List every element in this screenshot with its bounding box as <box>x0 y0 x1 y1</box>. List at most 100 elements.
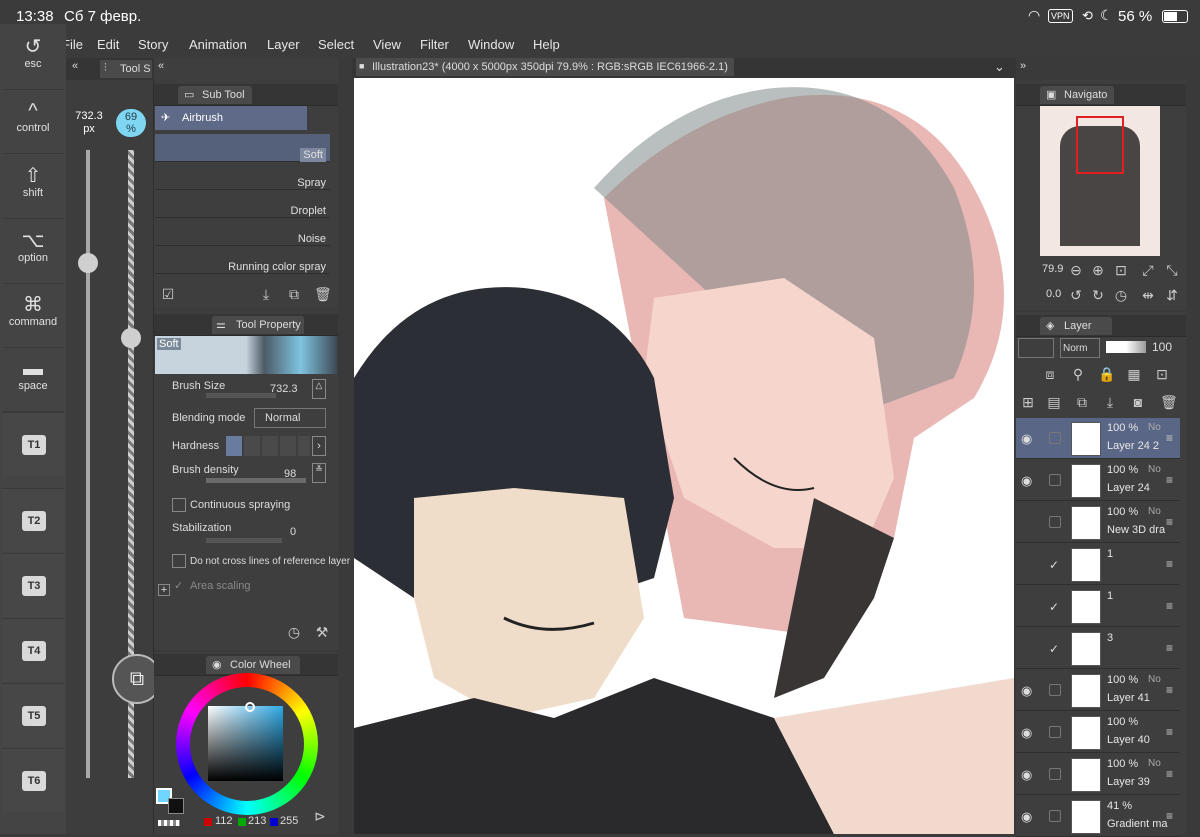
fit-icon[interactable]: ⊡ <box>1113 262 1129 278</box>
close-tab-icon[interactable]: ■ <box>359 61 364 71</box>
clock-icon[interactable]: ◷ <box>286 624 302 640</box>
new-layer-icon[interactable]: ⊞ <box>1020 394 1036 410</box>
layer-check[interactable] <box>1049 810 1061 822</box>
clip-icon[interactable]: ⧈ <box>1042 366 1058 382</box>
layer-check[interactable] <box>1049 474 1061 486</box>
stabilization-bar[interactable] <box>206 538 282 543</box>
t2-key[interactable]: T2 <box>2 488 64 552</box>
layer-mask-icon[interactable]: ◙ <box>1130 394 1146 410</box>
brush-spray[interactable]: Spray <box>155 162 330 190</box>
layer-check[interactable] <box>1049 432 1061 444</box>
menu-story[interactable]: Story <box>138 37 168 52</box>
drag-handle-icon[interactable]: ≡ <box>1166 641 1173 655</box>
reset-rotation-icon[interactable]: ◷ <box>1113 287 1129 303</box>
brush-size-triangle-icon[interactable]: △ <box>312 379 326 399</box>
t6-key[interactable]: T6 <box>2 748 64 812</box>
shift-key[interactable]: ⇧ shift <box>2 157 64 219</box>
color-picker-cursor[interactable] <box>245 702 255 712</box>
layer-row[interactable]: 100 % New 3D dra ≡ No <box>1016 502 1180 543</box>
brush-size-row[interactable]: Brush Size 732.3 △ <box>166 379 328 402</box>
navigator-viewport-frame[interactable] <box>1076 116 1124 174</box>
tab-color-wheel[interactable]: ◉ Color Wheel <box>206 656 300 674</box>
layer-row[interactable]: ◉ 41 % Gradient ma ≡ <box>1016 796 1180 837</box>
tab-tool-property[interactable]: ⚌ Tool Property <box>212 316 304 334</box>
layer-check[interactable]: ✓ <box>1049 642 1061 656</box>
subtool-group-airbrush[interactable]: ✈ Airbrush <box>155 106 307 130</box>
download-icon[interactable]: ⤓ <box>258 286 274 302</box>
control-key[interactable]: ^ control <box>2 92 64 154</box>
layer-check[interactable]: ✓ <box>1049 558 1061 572</box>
layer-check[interactable] <box>1049 516 1061 528</box>
drag-handle-icon[interactable]: ≡ <box>1166 557 1173 571</box>
menu-view[interactable]: View <box>373 37 401 52</box>
hardness-step-3[interactable] <box>262 436 278 456</box>
t1-key[interactable]: T1 <box>2 412 64 476</box>
flip-vertical-icon[interactable]: ⇵ <box>1164 287 1180 303</box>
collapse-right-icon[interactable]: » <box>1020 60 1026 72</box>
size-slider-knob[interactable] <box>78 253 98 274</box>
t3-key[interactable]: T3 <box>2 553 64 617</box>
brush-soft[interactable]: Soft <box>155 134 330 162</box>
blending-mode-row[interactable]: Blending mode Normal <box>166 408 328 430</box>
eye-icon[interactable]: ◉ <box>1021 473 1032 489</box>
saturation-value-square[interactable] <box>208 706 283 781</box>
brush-running-color-spray[interactable]: Running color spray <box>155 246 330 274</box>
t4-key[interactable]: T4 <box>2 618 64 682</box>
layer-check[interactable] <box>1049 768 1061 780</box>
layer-opacity-slider[interactable] <box>1106 341 1146 353</box>
hardness-step-2[interactable] <box>244 436 260 456</box>
option-key[interactable]: ⌥ option <box>2 222 64 284</box>
mask-icon[interactable]: ⊡ <box>1154 366 1170 382</box>
menu-animation[interactable]: Animation <box>189 37 247 52</box>
menu-select[interactable]: Select <box>318 37 354 52</box>
drag-handle-icon[interactable]: ≡ <box>1166 431 1173 445</box>
lock-icon[interactable]: 🔒 <box>1098 366 1115 382</box>
delete-layer-icon[interactable]: 🗑 <box>1160 394 1178 410</box>
chevron-right-icon[interactable]: › <box>312 436 326 456</box>
eye-icon[interactable]: ◉ <box>1021 683 1032 699</box>
new-folder-icon[interactable]: ▤ <box>1046 394 1062 410</box>
tab-tool-size[interactable]: ⫶ Tool S <box>100 60 152 78</box>
fullscreen-icon[interactable]: ⤡ <box>1164 262 1180 278</box>
drag-handle-icon[interactable]: ≡ <box>1166 599 1173 613</box>
hardness-step-4[interactable] <box>280 436 296 456</box>
transparent-swatch[interactable] <box>158 820 180 826</box>
blend-mode-select[interactable]: Norm <box>1060 338 1100 358</box>
esc-key[interactable]: ↺ esc <box>2 28 64 90</box>
layer-check[interactable]: ✓ <box>1049 600 1061 614</box>
collapse-left-icon[interactable]: « <box>72 60 78 72</box>
menu-filter[interactable]: Filter <box>420 37 449 52</box>
canvas-tab[interactable]: ■ Illustration23* (4000 x 5000px 350dpi 7… <box>356 58 734 76</box>
tab-subtool[interactable]: ▭ Sub Tool <box>178 86 252 104</box>
layer-row[interactable]: ✓ 3 ≡ <box>1016 628 1180 669</box>
opacity-slider-knob[interactable] <box>121 328 141 349</box>
layer-check[interactable] <box>1049 684 1061 696</box>
hardness-row[interactable]: Hardness › <box>166 436 328 458</box>
layer-row[interactable]: ◉ 100 % Layer 24 2 ≡ No <box>1016 418 1180 459</box>
drag-handle-icon[interactable]: ≡ <box>1166 683 1173 697</box>
drag-handle-icon[interactable]: ≡ <box>1166 725 1173 739</box>
eye-icon[interactable]: ◉ <box>1021 431 1032 447</box>
drawing-canvas[interactable] <box>354 78 1014 834</box>
zoom-out-icon[interactable]: ⊖ <box>1068 262 1084 278</box>
tab-layer[interactable]: ◈ Layer <box>1040 317 1112 335</box>
collapse-subtool-icon[interactable]: « <box>158 60 164 72</box>
size-slider-track[interactable] <box>86 150 90 778</box>
trash-icon[interactable]: 🗑 <box>314 286 332 302</box>
menu-window[interactable]: Window <box>468 37 514 52</box>
density-bar[interactable] <box>206 478 306 483</box>
command-key[interactable]: ⌘ command <box>2 286 64 348</box>
zoom-in-icon[interactable]: ⊕ <box>1090 262 1106 278</box>
continuous-spraying-row[interactable]: Continuous spraying <box>166 496 328 518</box>
subtool-settings-icon[interactable]: ☑ <box>160 286 176 302</box>
no-cross-checkbox[interactable] <box>172 554 186 568</box>
reference-icon[interactable]: ⚲ <box>1070 366 1086 382</box>
layer-check[interactable] <box>1049 726 1061 738</box>
lock-transparent-icon[interactable]: ▦ <box>1126 366 1142 382</box>
no-cross-lines-row[interactable]: Do not cross lines of reference layer <box>166 552 350 574</box>
brush-droplet[interactable]: Droplet <box>155 190 330 218</box>
blending-mode-select[interactable]: Normal <box>254 408 326 428</box>
wrench-icon[interactable]: ⚒ <box>314 624 330 640</box>
eye-icon[interactable]: ◉ <box>1021 767 1032 783</box>
copy-layer-icon[interactable]: ⧉ <box>1074 394 1090 410</box>
